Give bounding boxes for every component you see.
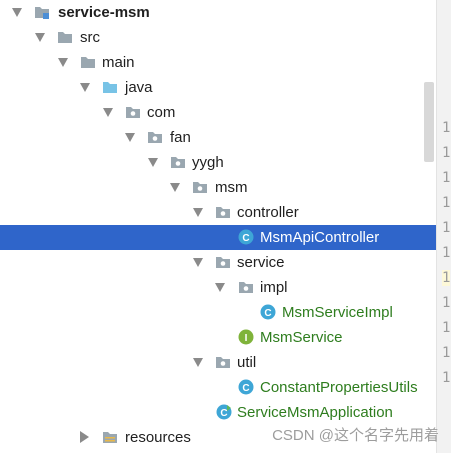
expand-arrow-icon[interactable]	[103, 108, 113, 117]
tree-node-label: java	[125, 79, 153, 96]
expand-arrow-icon[interactable]	[12, 8, 22, 17]
class-icon-letter: C	[220, 408, 227, 419]
tree-node-label: service-msm	[58, 4, 150, 21]
tree-node-msm-api-controller[interactable]: C MsmApiController	[0, 225, 436, 250]
gutter-line-number: 1	[442, 220, 451, 236]
gutter-line-number: 1	[442, 270, 451, 286]
expand-arrow-icon[interactable]	[35, 33, 45, 42]
expand-arrow-icon[interactable]	[215, 283, 225, 292]
expand-arrow-icon[interactable]	[58, 58, 68, 67]
tree-node-src[interactable]: src	[0, 25, 436, 50]
class-icon: C	[238, 379, 254, 395]
tree-node-label: com	[147, 104, 176, 121]
package-icon	[238, 279, 254, 295]
package-icon	[192, 179, 208, 195]
expand-arrow-icon[interactable]	[193, 208, 203, 217]
tree-node-util[interactable]: util	[0, 350, 436, 375]
expand-arrow-icon[interactable]	[125, 133, 135, 142]
tree-node-service-msm[interactable]: service-msm	[0, 0, 436, 25]
gutter-line-number: 1	[442, 120, 451, 136]
collapse-arrow-icon[interactable]	[80, 431, 89, 443]
tree-node-controller[interactable]: controller	[0, 200, 436, 225]
tree-node-constant-properties-utils[interactable]: C ConstantPropertiesUtils	[0, 375, 436, 400]
class-icon: C	[238, 229, 254, 245]
tree-node-label: controller	[237, 204, 299, 221]
class-icon-letter: C	[242, 233, 249, 244]
tree-node-label: ConstantPropertiesUtils	[260, 379, 418, 396]
gutter-line-number: 1	[442, 245, 451, 261]
tree-node-label: service	[237, 254, 285, 271]
expand-arrow-icon[interactable]	[148, 158, 158, 167]
tree-node-label: MsmServiceImpl	[282, 304, 393, 321]
expand-arrow-icon[interactable]	[80, 83, 90, 92]
package-icon	[215, 204, 231, 220]
tree-node-label: MsmApiController	[260, 229, 380, 246]
folder-icon	[80, 54, 96, 70]
class-icon-letter: C	[264, 308, 271, 319]
expand-arrow-icon[interactable]	[193, 258, 203, 267]
gutter-line-number: 1	[442, 195, 451, 211]
package-icon	[170, 154, 186, 170]
gutter-line-number: 1	[442, 370, 451, 386]
folder-icon	[57, 29, 73, 45]
package-icon	[215, 254, 231, 270]
spring-boot-class-icon: C	[216, 404, 232, 420]
tree-node-label: impl	[260, 279, 288, 296]
tree-node-com[interactable]: com	[0, 100, 436, 125]
tree-node-msm[interactable]: msm	[0, 175, 436, 200]
class-icon-letter: C	[242, 383, 249, 394]
source-folder-icon	[102, 79, 118, 95]
package-icon	[215, 354, 231, 370]
tree-node-label: util	[237, 354, 257, 371]
tree-node-label: fan	[170, 129, 191, 146]
tree-node-java[interactable]: java	[0, 75, 436, 100]
tree-node-label: main	[102, 54, 135, 71]
csdn-watermark: CSDN @这个名字先用着	[272, 427, 439, 444]
tree-node-impl[interactable]: impl	[0, 275, 436, 300]
expand-arrow-icon[interactable]	[193, 358, 203, 367]
gutter-line-number: 1	[442, 145, 451, 161]
tree-node-yygh[interactable]: yygh	[0, 150, 436, 175]
resources-folder-icon	[102, 429, 118, 445]
interface-icon-letter: I	[245, 333, 248, 344]
gutter-line-number: 1	[442, 345, 451, 361]
vertical-scrollbar-thumb[interactable]	[424, 82, 434, 162]
tree-node-label: ServiceMsmApplication	[237, 404, 393, 421]
tree-node-label: src	[80, 29, 100, 46]
tree-node-msm-service-impl[interactable]: C MsmServiceImpl	[0, 300, 436, 325]
package-icon	[125, 104, 141, 120]
gutter-line-number: 1	[442, 320, 451, 336]
tree-node-main[interactable]: main	[0, 50, 436, 75]
class-icon: C	[260, 304, 276, 320]
project-tree: service-msm src main java com fan yygh m…	[0, 0, 436, 453]
tree-node-service[interactable]: service	[0, 250, 436, 275]
tree-node-service-msm-application[interactable]: C ServiceMsmApplication	[0, 400, 436, 425]
package-icon	[147, 129, 163, 145]
tree-node-label: yygh	[192, 154, 224, 171]
tree-node-label: msm	[215, 179, 248, 196]
tree-node-msm-service[interactable]: I MsmService	[0, 325, 436, 350]
tree-node-label: resources	[125, 429, 191, 446]
module-folder-icon	[34, 4, 50, 20]
expand-arrow-icon[interactable]	[170, 183, 180, 192]
tree-node-label: MsmService	[260, 329, 343, 346]
gutter-line-number: 1	[442, 295, 451, 311]
gutter-line-number: 1	[442, 170, 451, 186]
interface-icon: I	[238, 329, 254, 345]
tree-node-fan[interactable]: fan	[0, 125, 436, 150]
